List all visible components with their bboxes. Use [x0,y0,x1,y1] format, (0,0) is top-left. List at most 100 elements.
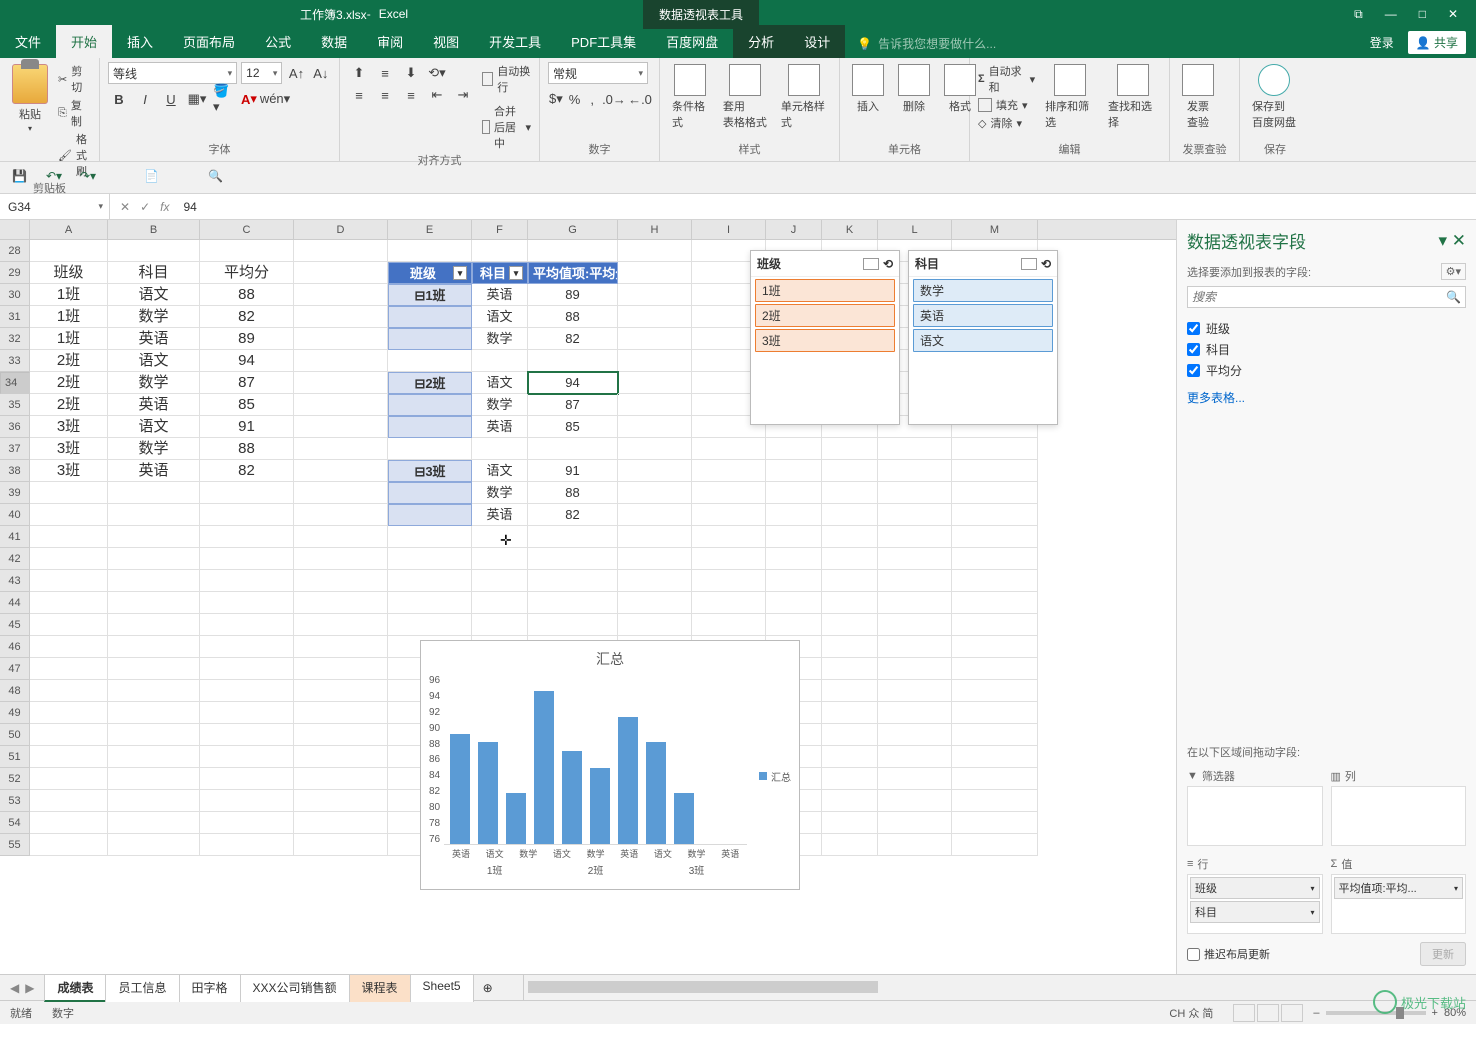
row-header[interactable]: 52 [0,768,30,790]
cell[interactable] [692,570,766,592]
chart-bar[interactable] [590,768,610,845]
cell[interactable]: 1班 [30,284,108,306]
cell[interactable] [294,636,388,658]
cell[interactable] [30,570,108,592]
cell[interactable] [692,526,766,548]
cell[interactable] [30,614,108,636]
cell[interactable] [878,570,952,592]
pivot-chart[interactable]: 汇总 9694929088868482807876 英语语文数学语文数学英语语文… [420,640,800,890]
cell[interactable] [294,746,388,768]
cell[interactable] [618,548,692,570]
confirm-formula-icon[interactable]: ✓ [140,200,150,214]
row-header[interactable]: 37 [0,438,30,460]
rows-drop-area[interactable]: 班级▾科目▾ [1187,874,1323,934]
cell[interactable] [294,526,388,548]
cell[interactable] [528,438,618,460]
cut-button[interactable]: ✂剪切 [58,62,91,96]
cell[interactable] [692,614,766,636]
cell[interactable] [952,724,1038,746]
cell[interactable] [294,306,388,328]
row-header[interactable]: 28 [0,240,30,262]
cell[interactable]: 3班 [30,416,108,438]
cell[interactable] [952,482,1038,504]
cell[interactable] [952,768,1038,790]
col-header[interactable]: G [528,220,618,239]
cell[interactable] [294,680,388,702]
cell[interactable]: 87 [528,394,618,416]
cell[interactable]: 英语 [472,416,528,438]
row-header[interactable]: 36 [0,416,30,438]
cell[interactable]: 科目▾ [472,262,528,284]
page-break-view-button[interactable] [1281,1004,1303,1022]
cell[interactable] [388,504,472,526]
tab-view[interactable]: 视图 [418,25,474,58]
cell[interactable] [822,460,878,482]
cell[interactable] [878,812,952,834]
cell[interactable]: 英语 [108,328,200,350]
invoice-button[interactable]: 发票 查验 [1178,62,1218,132]
cell[interactable] [822,680,878,702]
cell[interactable] [294,262,388,284]
cell[interactable] [822,812,878,834]
cell[interactable] [294,570,388,592]
decrease-indent-button[interactable]: ⇤ [426,84,448,106]
cell[interactable] [822,504,878,526]
cell[interactable] [30,548,108,570]
cell-style-button[interactable]: 单元格样式 [777,62,831,132]
cell[interactable] [294,592,388,614]
cell[interactable] [30,680,108,702]
sheet-tab[interactable]: 成绩表 [44,974,106,1002]
cell[interactable] [30,702,108,724]
col-header[interactable]: D [294,220,388,239]
cell[interactable] [200,768,294,790]
cell[interactable] [30,592,108,614]
cell[interactable]: 3班 [30,438,108,460]
cell[interactable] [618,438,692,460]
merge-center-button[interactable]: 合并后居中▾ [482,102,531,152]
row-header[interactable]: 42 [0,548,30,570]
clear-button[interactable]: ◇清除▾ [978,114,1035,132]
col-header[interactable]: I [692,220,766,239]
row-header[interactable]: 55 [0,834,30,856]
cell[interactable]: 英语 [108,460,200,482]
chart-bar[interactable] [562,751,582,845]
row-header[interactable]: 53 [0,790,30,812]
cell[interactable] [952,548,1038,570]
tab-file[interactable]: 文件 [0,25,56,58]
cell[interactable]: 科目 [108,262,200,284]
cell[interactable] [822,790,878,812]
cell[interactable] [472,548,528,570]
delete-cells-button[interactable]: 删除 [894,62,934,116]
orientation-button[interactable]: ⟲▾ [426,62,448,84]
cell[interactable] [200,482,294,504]
cell[interactable]: 平均分 [200,262,294,284]
autosum-button[interactable]: Σ 自动求和▾ [978,62,1035,96]
cell[interactable] [952,812,1038,834]
area-field-item[interactable]: 班级▾ [1190,877,1320,899]
cell[interactable] [618,460,692,482]
cell[interactable] [952,614,1038,636]
cell[interactable] [294,834,388,856]
cell[interactable] [766,460,822,482]
cell[interactable]: 语文 [472,372,528,394]
cell[interactable] [30,746,108,768]
cell[interactable] [822,438,878,460]
sheet-nav-next[interactable]: ▶ [25,981,34,995]
cell[interactable] [618,262,692,284]
cell[interactable] [766,438,822,460]
font-size-select[interactable]: 12▾ [241,62,282,84]
cell[interactable] [388,548,472,570]
number-format-select[interactable]: 常规▾ [548,62,648,84]
cell[interactable] [878,658,952,680]
cell[interactable] [388,240,472,262]
increase-font-button[interactable]: A↑ [286,62,306,84]
cell[interactable]: 语文 [472,306,528,328]
cell[interactable] [108,834,200,856]
cell[interactable] [30,724,108,746]
cell[interactable]: ⊟3班 [388,460,472,482]
cell[interactable] [294,372,388,394]
cell[interactable]: 数学 [472,394,528,416]
page-layout-view-button[interactable] [1257,1004,1279,1022]
cell[interactable] [108,702,200,724]
cell[interactable] [952,636,1038,658]
